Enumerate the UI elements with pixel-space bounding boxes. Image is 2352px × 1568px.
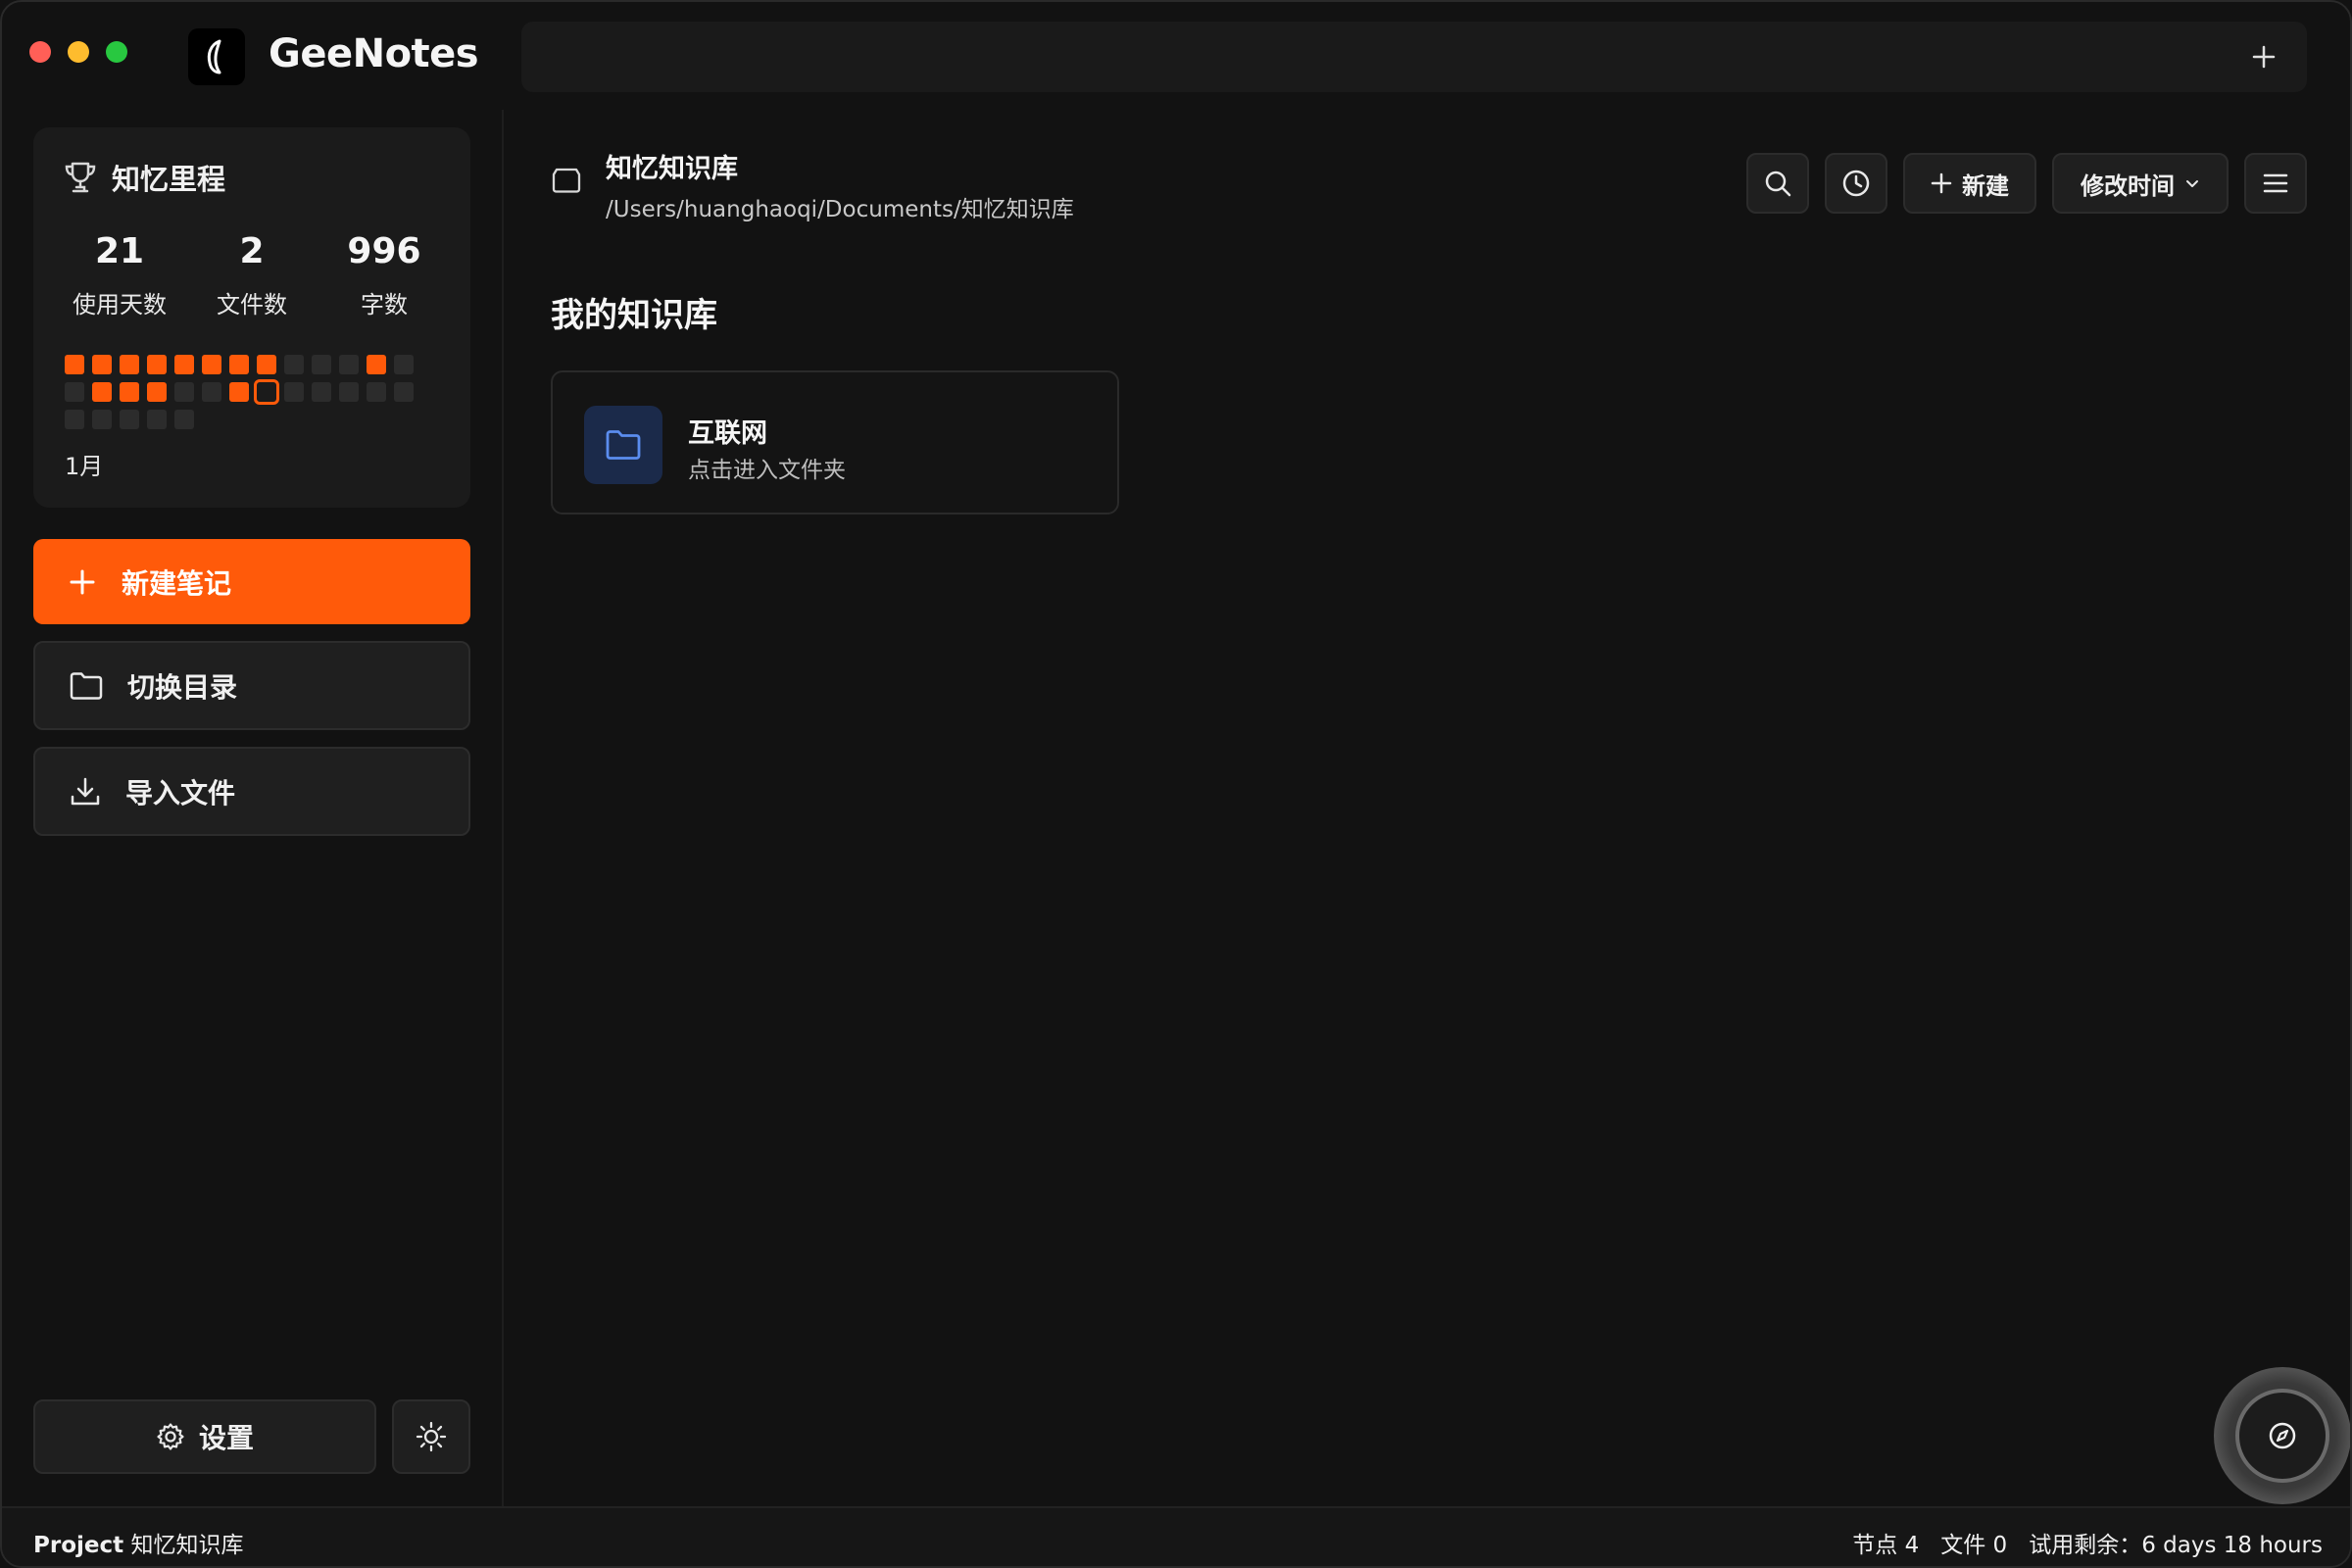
knowledge-base-name: 知忆知识库 [606, 154, 738, 184]
heatmap-cell [120, 410, 139, 429]
heatmap-cell [92, 382, 112, 402]
import-file-button[interactable]: 导入文件 [33, 747, 470, 836]
stat-file-count: 2 文件数 [217, 231, 287, 318]
heatmap-month-label: 1月 [65, 453, 104, 480]
status-info: 节点 4 文件 0 试用剩余：6 days 18 hours [1852, 1526, 2323, 1559]
heatmap-cell [202, 382, 221, 402]
status-bar: Project 知忆知识库 节点 4 文件 0 试用剩余：6 days 18 h… [2, 1506, 2350, 1566]
import-file-label: 导入文件 [125, 776, 236, 809]
heatmap-cell [174, 410, 194, 429]
status-file-count: 文件 0 [1940, 1533, 2008, 1558]
close-window-button[interactable] [29, 41, 51, 63]
app-window: GeeNotes 知忆里程 21 使用天数 2 文件数 996 字数 1月 新建… [0, 0, 2352, 1568]
heatmap-cell [257, 355, 276, 374]
plus-icon [1931, 172, 1952, 194]
heatmap-cell [147, 355, 167, 374]
stats-title: 知忆里程 [112, 163, 226, 196]
theme-toggle-button[interactable] [392, 1399, 470, 1474]
folder-subtitle: 点击进入文件夹 [688, 458, 846, 483]
folder-icon [70, 671, 103, 700]
chevron-down-icon [2186, 180, 2198, 187]
folder-icon-container [584, 406, 662, 484]
status-trial-remaining: 试用剩余：6 days 18 hours [2029, 1533, 2323, 1558]
heatmap-cell [65, 355, 84, 374]
gear-icon [157, 1423, 184, 1450]
sort-dropdown-label: 修改时间 [2081, 172, 2175, 200]
heatmap-cell [92, 410, 112, 429]
heatmap-cell [147, 382, 167, 402]
heatmap-cell [312, 355, 331, 374]
knowledge-base-path: /Users/huanghaoqi/Documents/知忆知识库 [606, 197, 1074, 222]
sun-icon [416, 1421, 447, 1452]
sidebar-divider [502, 110, 504, 1506]
trophy-icon [65, 162, 96, 193]
heatmap-cell [229, 382, 249, 402]
stat-usage-days: 21 使用天数 [73, 231, 167, 318]
heatmap-cell [120, 355, 139, 374]
switch-directory-label: 切换目录 [127, 670, 238, 704]
heatmap-cell [92, 355, 112, 374]
new-note-label: 新建笔记 [122, 566, 232, 600]
clock-icon [1842, 170, 1870, 197]
compass-icon [2269, 1422, 2296, 1449]
heatmap-cell [367, 355, 386, 374]
history-button[interactable] [1825, 153, 1887, 214]
heatmap-cell [339, 355, 359, 374]
app-title: GeeNotes [269, 31, 479, 76]
menu-button[interactable] [2244, 153, 2307, 214]
floating-assistant-button[interactable] [2214, 1367, 2350, 1504]
switch-directory-button[interactable]: 切换目录 [33, 641, 470, 730]
stats-card: 知忆里程 21 使用天数 2 文件数 996 字数 1月 [33, 127, 470, 508]
plus-icon [2252, 45, 2276, 69]
plus-icon [70, 569, 95, 594]
search-icon [1765, 171, 1791, 197]
knowledge-base-icon [551, 167, 582, 198]
settings-label: 设置 [198, 1422, 254, 1454]
minimize-window-button[interactable] [68, 41, 89, 63]
heatmap-cell [284, 382, 304, 402]
heatmap-cell [394, 382, 414, 402]
status-project-label: Project [33, 1533, 124, 1558]
heatmap-cell [312, 382, 331, 402]
maximize-window-button[interactable] [106, 41, 127, 63]
heatmap-cell [284, 355, 304, 374]
heatmap-cell [202, 355, 221, 374]
settings-button[interactable]: 设置 [33, 1399, 376, 1474]
app-logo-icon [188, 28, 245, 85]
tab-bar[interactable] [521, 22, 2307, 92]
activity-heatmap [65, 355, 457, 437]
new-button-label: 新建 [1962, 172, 2009, 200]
download-icon [71, 777, 100, 805]
sort-dropdown[interactable]: 修改时间 [2052, 153, 2229, 214]
heatmap-cell [65, 410, 84, 429]
heatmap-cell [147, 410, 167, 429]
heatmap-cell [65, 382, 84, 402]
heatmap-cell [229, 355, 249, 374]
heatmap-cell [339, 382, 359, 402]
status-project: Project 知忆知识库 [33, 1526, 243, 1559]
heatmap-cell [120, 382, 139, 402]
new-button[interactable]: 新建 [1903, 153, 2036, 214]
hamburger-menu-icon [2263, 173, 2288, 193]
search-button[interactable] [1746, 153, 1809, 214]
stat-word-count: 996 字数 [347, 231, 421, 318]
section-title: 我的知识库 [551, 296, 717, 335]
heatmap-cell [394, 355, 414, 374]
heatmap-cell [174, 355, 194, 374]
status-node-count: 节点 4 [1852, 1533, 1920, 1558]
new-note-button[interactable]: 新建笔记 [33, 539, 470, 624]
folder-name: 互联网 [688, 418, 767, 449]
folder-card[interactable]: 互联网 点击进入文件夹 [551, 370, 1119, 514]
folder-icon [606, 430, 641, 460]
heatmap-cell-today [254, 379, 279, 405]
new-tab-button[interactable] [2244, 37, 2283, 76]
status-project-name: 知忆知识库 [130, 1533, 244, 1558]
heatmap-cell [367, 382, 386, 402]
heatmap-cell [174, 382, 194, 402]
